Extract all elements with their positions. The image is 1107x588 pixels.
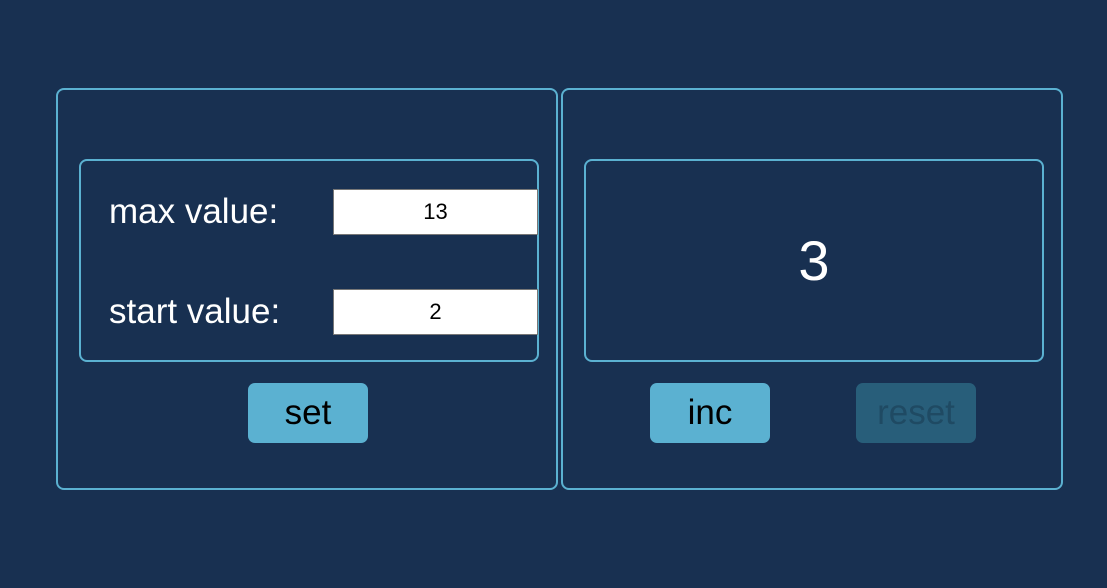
inc-button[interactable]: inc [650,383,770,443]
start-value-row: start value: [109,289,538,335]
reset-button[interactable]: reset [856,383,976,443]
counter-value: 3 [798,229,830,292]
start-value-input[interactable] [333,289,538,335]
settings-inputs-box: max value: start value: [79,159,539,362]
set-button[interactable]: set [248,383,368,443]
counter-display-box: 3 [584,159,1044,362]
settings-panel: max value: start value: set [56,88,558,490]
max-value-input[interactable] [333,189,538,235]
max-value-label: max value: [109,192,279,231]
max-value-row: max value: [109,189,538,235]
counter-panel: 3 inc reset [561,88,1063,490]
start-value-label: start value: [109,292,281,331]
